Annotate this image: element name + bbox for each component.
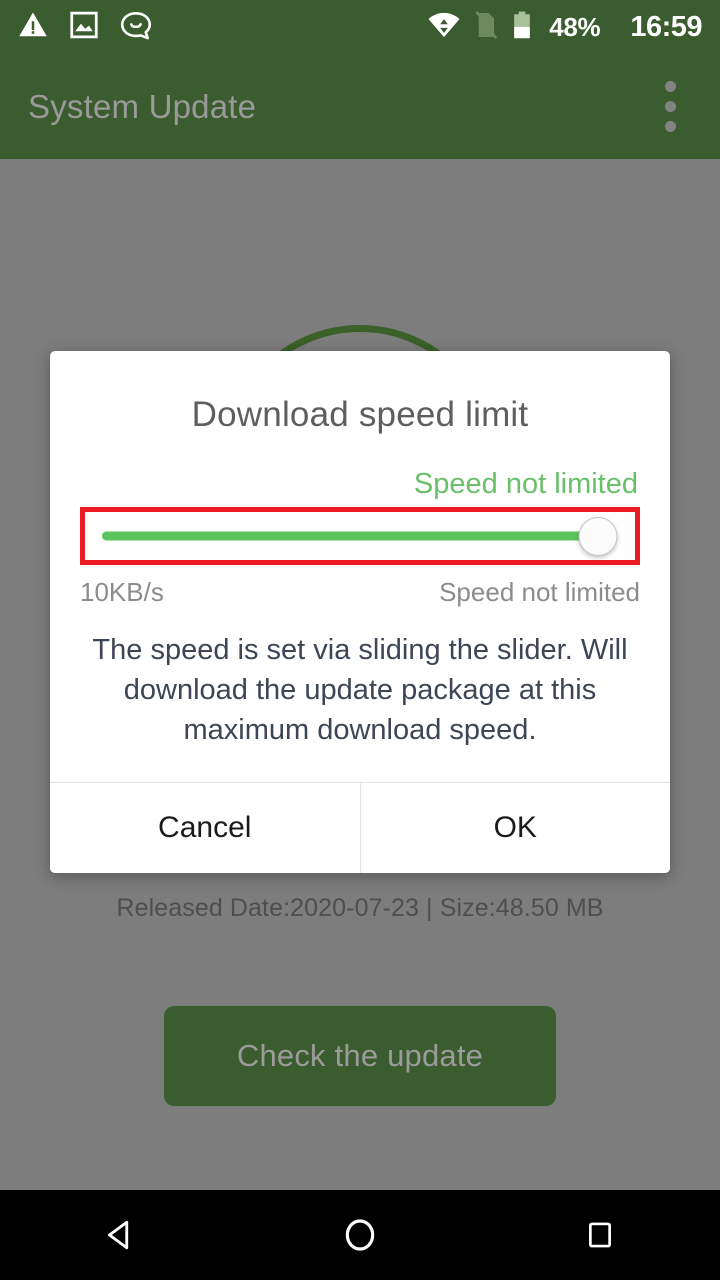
slider-fill (102, 531, 598, 541)
download-speed-limit-dialog: Download speed limit Speed not limited 1… (50, 351, 670, 873)
dialog-body: Download speed limit Speed not limited 1… (50, 351, 670, 782)
navigation-bar (0, 1190, 720, 1280)
slider-max-label: Speed not limited (439, 577, 640, 607)
app-bar: System Update (0, 54, 720, 159)
overflow-dot (664, 121, 676, 132)
ok-button[interactable]: OK (359, 783, 670, 873)
cancel-button[interactable]: Cancel (50, 783, 360, 873)
slider-min-label: 10KB/s (80, 577, 164, 607)
image-icon (70, 10, 98, 45)
battery-percent: 48% (549, 11, 601, 42)
warning-triangle-icon (18, 10, 48, 45)
page-title: System Update (28, 87, 257, 125)
status-bar-notifications (18, 10, 152, 45)
status-bar-system: 48% 16:59 (427, 10, 702, 45)
back-icon[interactable] (60, 1190, 180, 1280)
overflow-dot (664, 101, 676, 112)
slider-thumb[interactable] (578, 516, 618, 556)
speed-slider[interactable] (102, 516, 618, 556)
slider-range-labels: 10KB/s Speed not limited (80, 577, 640, 608)
overflow-menu-icon[interactable] (648, 77, 692, 137)
dialog-title: Download speed limit (191, 395, 529, 434)
overflow-dot (664, 81, 676, 92)
release-meta: Released Date:2020-07-23 | Size:48.50 MB (116, 894, 604, 922)
check-update-button[interactable]: Check the update (164, 1006, 556, 1106)
speed-slider-highlight (80, 507, 640, 565)
wifi-data-icon (427, 11, 461, 44)
dialog-actions: Cancel OK (50, 782, 670, 873)
current-speed-value: Speed not limited (413, 468, 638, 500)
dialog-description: The speed is set via sliding the slider.… (92, 634, 628, 746)
chat-bubble-icon (120, 10, 152, 45)
sim-off-icon (475, 10, 498, 45)
recents-icon[interactable] (540, 1190, 660, 1280)
battery-icon (511, 10, 533, 45)
status-bar-clock: 16:59 (630, 10, 702, 43)
home-icon[interactable] (300, 1190, 420, 1280)
status-bar: 48% 16:59 (0, 0, 720, 54)
phone-screen: 48% 16:59 System Update Released Date:20… (0, 0, 720, 1280)
